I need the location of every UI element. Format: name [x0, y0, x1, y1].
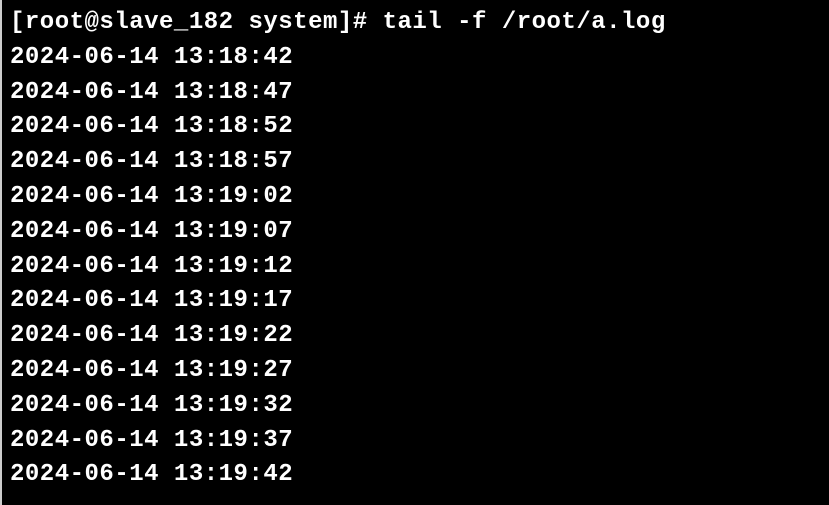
- log-line: 2024-06-14 13:19:02: [10, 180, 821, 215]
- terminal-prompt-line[interactable]: [root@slave_182 system]# tail -f /root/a…: [10, 6, 821, 41]
- log-line: 2024-06-14 13:19:42: [10, 458, 821, 493]
- log-line: 2024-06-14 13:19:22: [10, 319, 821, 354]
- log-line: 2024-06-14 13:19:32: [10, 389, 821, 424]
- prompt-close-bracket: ]: [338, 9, 353, 36]
- prompt-host: slave_182: [99, 9, 233, 36]
- prompt-at: @: [85, 9, 100, 36]
- log-output: 2024-06-14 13:18:422024-06-14 13:18:4720…: [10, 41, 821, 493]
- prompt-open-bracket: [: [10, 9, 25, 36]
- prompt-space1: [234, 9, 249, 36]
- log-line: 2024-06-14 13:18:57: [10, 145, 821, 180]
- log-line: 2024-06-14 13:18:52: [10, 110, 821, 145]
- log-line: 2024-06-14 13:19:12: [10, 250, 821, 285]
- prompt-command: tail -f /root/a.log: [383, 9, 666, 36]
- log-line: 2024-06-14 13:18:42: [10, 41, 821, 76]
- log-line: 2024-06-14 13:19:17: [10, 284, 821, 319]
- prompt-cwd: system: [248, 9, 337, 36]
- prompt-space2: [368, 9, 383, 36]
- prompt-user: root: [25, 9, 85, 36]
- log-line: 2024-06-14 13:19:07: [10, 215, 821, 250]
- log-line: 2024-06-14 13:18:47: [10, 76, 821, 111]
- log-line: 2024-06-14 13:19:37: [10, 424, 821, 459]
- log-line: 2024-06-14 13:19:27: [10, 354, 821, 389]
- prompt-symbol: #: [353, 9, 368, 36]
